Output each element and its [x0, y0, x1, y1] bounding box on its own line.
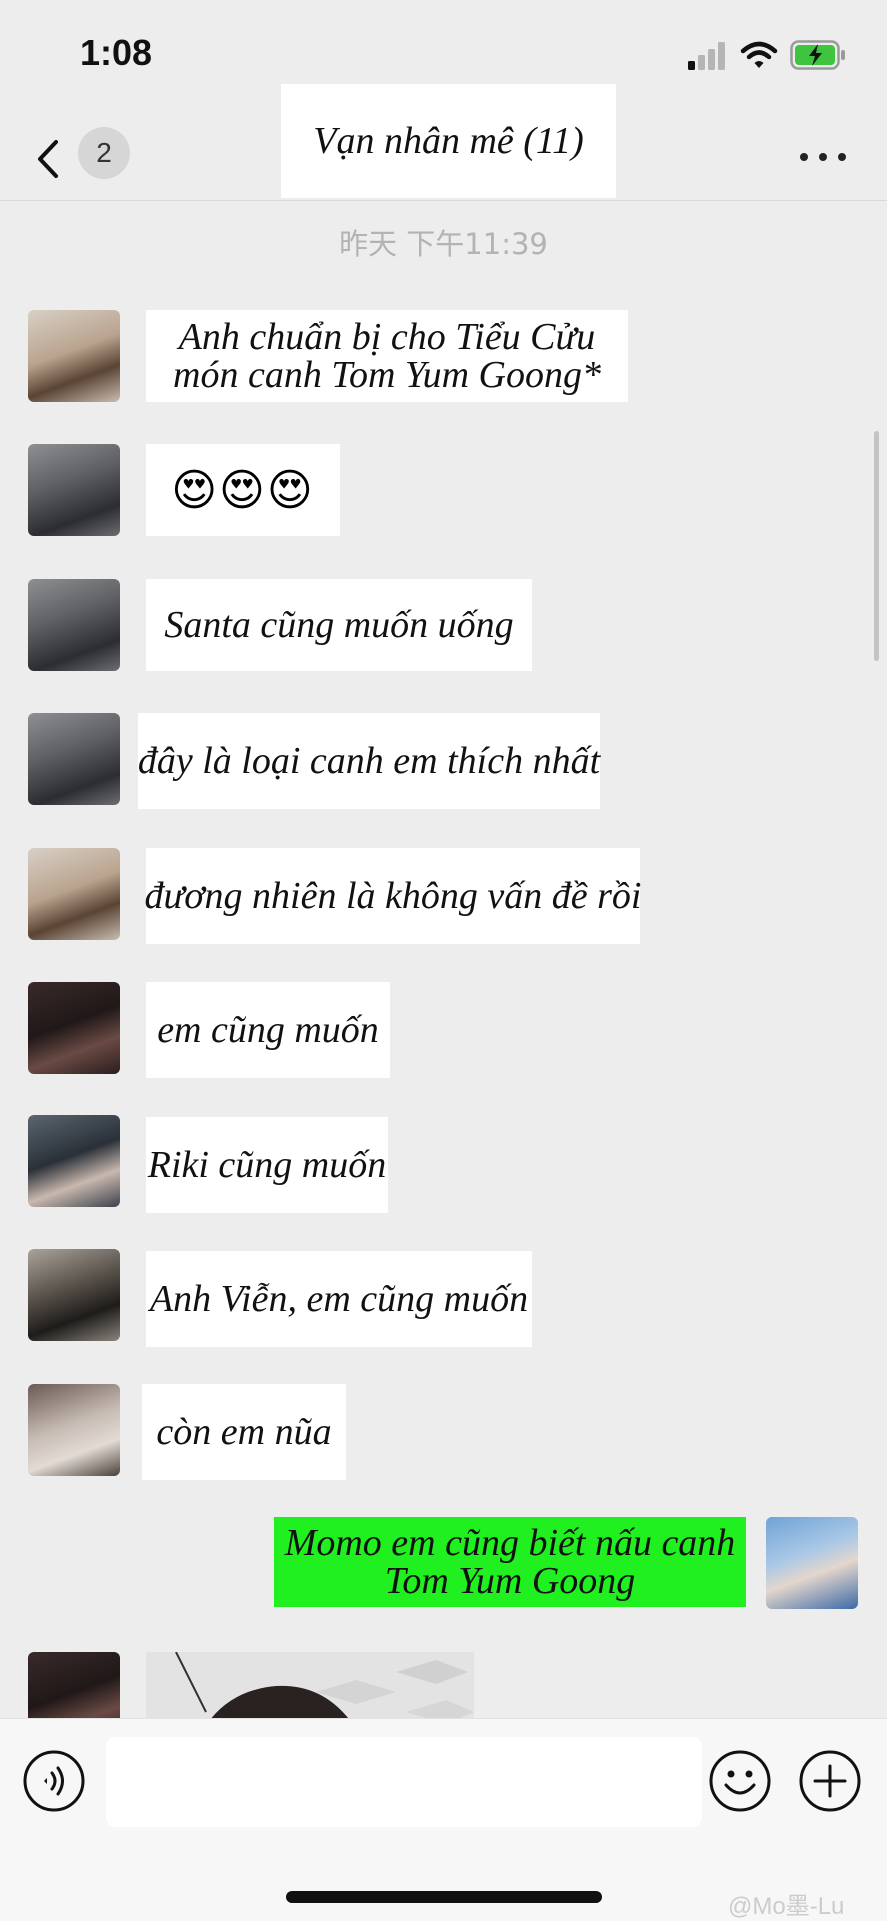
avatar[interactable]	[28, 1384, 120, 1476]
chat-title: Vạn nhân mê (11)	[313, 120, 584, 162]
wifi-icon	[740, 41, 778, 68]
sent-message-bubble[interactable]: Momo em cũng biết nấu canh Tom Yum Goong	[274, 1517, 746, 1607]
avatar[interactable]	[28, 1115, 120, 1207]
image-thumbnail	[146, 1652, 474, 1718]
message-text: Riki cũng muốn	[147, 1144, 387, 1186]
avatar[interactable]	[28, 1249, 120, 1341]
message-text: em cũng muốn	[157, 1009, 379, 1051]
message-bubble[interactable]: đây là loại canh em thích nhất	[138, 713, 600, 809]
avatar[interactable]	[28, 579, 120, 671]
message-bubble[interactable]: Santa cũng muốn uống	[146, 579, 532, 671]
message-text: Momo em cũng biết nấu canh	[284, 1522, 736, 1564]
message-timestamp: 昨天 下午11:39	[339, 227, 548, 261]
message-text: đương nhiên là không vấn đề rồi	[144, 875, 642, 917]
message-text: đây là loại canh em thích nhất	[137, 740, 601, 782]
scrollbar[interactable]	[874, 431, 879, 661]
more-dot-icon	[819, 153, 827, 161]
message-bubble[interactable]: đương nhiên là không vấn đề rồi	[144, 848, 642, 944]
avatar[interactable]	[28, 1652, 120, 1718]
message-text: Tom Yum Goong	[384, 1560, 636, 1602]
status-time: 1:08	[80, 32, 153, 73]
message-bubble[interactable]: Anh Viễn, em cũng muốn	[146, 1251, 532, 1347]
message-bubble[interactable]: Anh chuẩn bị cho Tiểu Cửu món canh Tom Y…	[146, 310, 628, 402]
back-chevron-icon[interactable]	[30, 136, 70, 182]
more-dot-icon	[838, 153, 846, 161]
message-text: món canh Tom Yum Goong*	[173, 354, 601, 396]
image-message[interactable]	[146, 1652, 474, 1718]
message-text: còn em nũa	[156, 1411, 332, 1453]
more-dot-icon	[800, 153, 808, 161]
message-emoji: 😍😍😍	[171, 464, 315, 516]
watermark-text: @Mo墨-Lu	[728, 1893, 845, 1920]
message-text: Anh chuẩn bị cho Tiểu Cửu	[178, 316, 596, 358]
unread-count-badge[interactable]: 2	[78, 127, 130, 179]
message-bubble[interactable]: 😍😍😍	[146, 444, 340, 536]
chat-message-list[interactable]: 昨天 下午11:39 Anh chuẩn bị cho Tiểu Cửu món…	[0, 201, 887, 1718]
my-avatar[interactable]	[766, 1517, 858, 1609]
message-input[interactable]	[106, 1737, 702, 1827]
more-options-button[interactable]	[800, 150, 846, 164]
avatar[interactable]	[28, 713, 120, 805]
chat-header: 2 Vạn nhân mê (11)	[0, 80, 887, 201]
plus-icon[interactable]	[798, 1749, 862, 1813]
message-bubble[interactable]: Riki cũng muốn	[146, 1117, 388, 1213]
message-bubble[interactable]: em cũng muốn	[146, 982, 390, 1078]
message-text: Anh Viễn, em cũng muốn	[149, 1278, 529, 1320]
avatar[interactable]	[28, 848, 120, 940]
home-indicator[interactable]	[286, 1891, 602, 1903]
avatar[interactable]	[28, 310, 120, 402]
message-bubble[interactable]: còn em nũa	[142, 1384, 346, 1480]
emoji-icon[interactable]	[708, 1749, 772, 1813]
voice-icon[interactable]	[22, 1749, 86, 1813]
signal-icon	[688, 42, 725, 70]
battery-charging-icon	[790, 40, 845, 70]
message-text: Santa cũng muốn uống	[164, 604, 514, 646]
avatar[interactable]	[28, 444, 120, 536]
chat-title-box: Vạn nhân mê (11)	[281, 84, 616, 198]
avatar[interactable]	[28, 982, 120, 1074]
